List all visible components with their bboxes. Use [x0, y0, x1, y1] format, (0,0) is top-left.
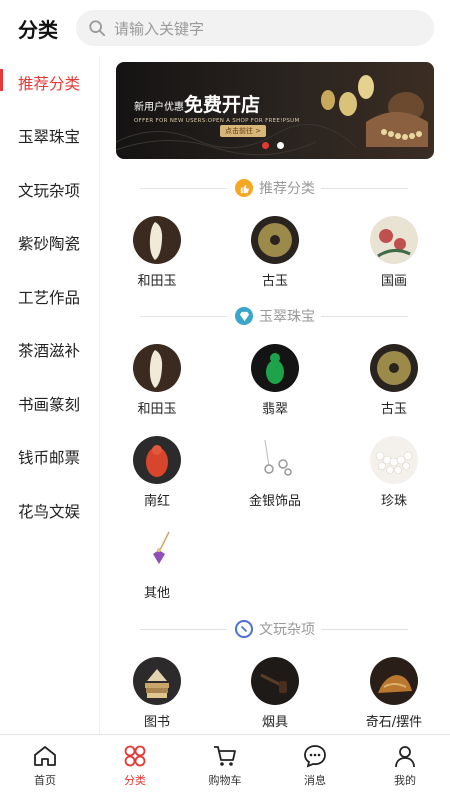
- category-label: 和田玉: [137, 274, 177, 289]
- banner-button[interactable]: 点击前往 >: [220, 125, 267, 137]
- sidebar-item-ceramics[interactable]: 紫砂陶瓷: [0, 217, 99, 271]
- bottom-tab-bar: 首页 分类 购物车 消息 我的: [0, 734, 450, 800]
- category-label: 奇石/摆件: [365, 715, 423, 730]
- smoking-thumbnail: [251, 657, 299, 705]
- category-sidebar: 推荐分类 玉翠珠宝 文玩杂项 紫砂陶瓷 工艺作品 茶酒滋补 书画篆刻 钱币邮票 …: [0, 56, 100, 734]
- hetian-jade-thumbnail: [133, 216, 181, 264]
- sidebar-item-flowers-birds[interactable]: 花鸟文娱: [0, 484, 99, 538]
- section-header-jade-jewelry: 玉翠珠宝: [140, 306, 408, 326]
- banner-pagination: [262, 142, 284, 149]
- tab-label: 消息: [304, 774, 326, 787]
- ring-icon: [235, 620, 253, 638]
- search-icon: [89, 20, 106, 37]
- promo-banner[interactable]: 新用户优惠 免费开店 OFFER FOR NEW USERS:OPEN A SH…: [116, 62, 434, 159]
- banner-english-text: OFFER FOR NEW USERS:OPEN A SHOP FOR FREE…: [134, 118, 300, 124]
- page-title: 分类: [18, 18, 58, 42]
- section-title: 玉翠珠宝: [259, 309, 315, 325]
- sidebar-item-recommended[interactable]: 推荐分类: [0, 56, 99, 110]
- sidebar-item-coins-stamps[interactable]: 钱币邮票: [0, 431, 99, 485]
- sidebar-item-tea-wine[interactable]: 茶酒滋补: [0, 324, 99, 378]
- category-item-jadeite[interactable]: 翡翠: [235, 344, 315, 417]
- banner-headline: 免费开店: [184, 94, 261, 116]
- message-icon: [304, 745, 326, 768]
- jadeite-thumbnail: [251, 344, 299, 392]
- category-item-ancient-jade-2[interactable]: 古玉: [354, 344, 434, 417]
- tab-messages[interactable]: 消息: [270, 735, 360, 800]
- category-item-pearl[interactable]: 珍珠: [354, 436, 434, 509]
- category-label: 翡翠: [261, 402, 288, 417]
- sidebar-item-crafts[interactable]: 工艺作品: [0, 270, 99, 324]
- section-header-collectibles: 文玩杂项: [140, 619, 408, 639]
- pagination-dot[interactable]: [277, 142, 284, 149]
- pearl-thumbnail: [370, 436, 418, 484]
- category-item-books[interactable]: 图书: [117, 657, 197, 730]
- tab-label: 分类: [124, 774, 146, 787]
- gold-silver-thumbnail: [251, 436, 299, 484]
- search-placeholder: 请输入关键字: [114, 19, 205, 38]
- thumb-icon: [235, 179, 253, 197]
- category-label: 金银饰品: [248, 494, 301, 509]
- banner-small-text: 新用户优惠: [134, 102, 184, 113]
- sidebar-item-calligraphy[interactable]: 书画篆刻: [0, 377, 99, 431]
- pagination-dot-active[interactable]: [262, 142, 269, 149]
- sidebar-item-jade-jewelry[interactable]: 玉翠珠宝: [0, 110, 99, 164]
- category-item-other[interactable]: 其他: [117, 528, 197, 601]
- cart-icon: [214, 746, 236, 766]
- other-jewelry-thumbnail: [133, 528, 181, 576]
- tab-label: 购物车: [208, 774, 242, 787]
- ancient-jade-thumbnail: [370, 344, 418, 392]
- category-label: 烟具: [261, 715, 288, 730]
- section-title: 推荐分类: [259, 181, 315, 197]
- tab-label: 首页: [34, 774, 56, 787]
- top-bar: 分类 请输入关键字: [0, 0, 450, 56]
- category-item-stones[interactable]: 奇石/摆件: [354, 657, 434, 730]
- tab-label: 我的: [394, 774, 416, 787]
- nanhong-thumbnail: [133, 436, 181, 484]
- sidebar-item-collectibles[interactable]: 文玩杂项: [0, 163, 99, 217]
- section-title: 文玩杂项: [259, 622, 315, 638]
- tab-category[interactable]: 分类: [90, 735, 180, 800]
- category-item-ancient-jade[interactable]: 古玉: [235, 216, 315, 289]
- category-item-hetian-jade-2[interactable]: 和田玉: [117, 344, 197, 417]
- category-label: 国画: [380, 274, 407, 289]
- search-input[interactable]: 请输入关键字: [76, 10, 434, 46]
- gem-icon: [235, 307, 253, 325]
- category-label: 古玉: [261, 274, 288, 289]
- category-label: 古玉: [380, 402, 407, 417]
- section-header-recommended: 推荐分类: [140, 178, 408, 198]
- category-icon: [124, 745, 146, 767]
- category-item-smoking[interactable]: 烟具: [235, 657, 315, 730]
- category-label: 南红: [143, 494, 170, 509]
- ancient-jade-thumbnail: [251, 216, 299, 264]
- category-item-chinese-painting[interactable]: 国画: [354, 216, 434, 289]
- tab-home[interactable]: 首页: [0, 735, 90, 800]
- hetian-jade-thumbnail: [133, 344, 181, 392]
- category-item-nanhong[interactable]: 南红: [117, 436, 197, 509]
- stones-thumbnail: [370, 657, 418, 705]
- tab-cart[interactable]: 购物车: [180, 735, 270, 800]
- profile-icon: [395, 746, 415, 768]
- category-label: 珍珠: [380, 494, 407, 509]
- home-icon: [34, 746, 56, 766]
- category-label: 和田玉: [137, 402, 177, 417]
- category-content: 新用户优惠 免费开店 OFFER FOR NEW USERS:OPEN A SH…: [100, 56, 450, 734]
- chinese-painting-thumbnail: [370, 216, 418, 264]
- tab-profile[interactable]: 我的: [360, 735, 450, 800]
- category-item-gold-silver[interactable]: 金银饰品: [235, 436, 315, 509]
- category-label: 其他: [143, 586, 170, 601]
- books-thumbnail: [133, 657, 181, 705]
- category-label: 图书: [143, 715, 170, 730]
- category-item-hetian-jade[interactable]: 和田玉: [117, 216, 197, 289]
